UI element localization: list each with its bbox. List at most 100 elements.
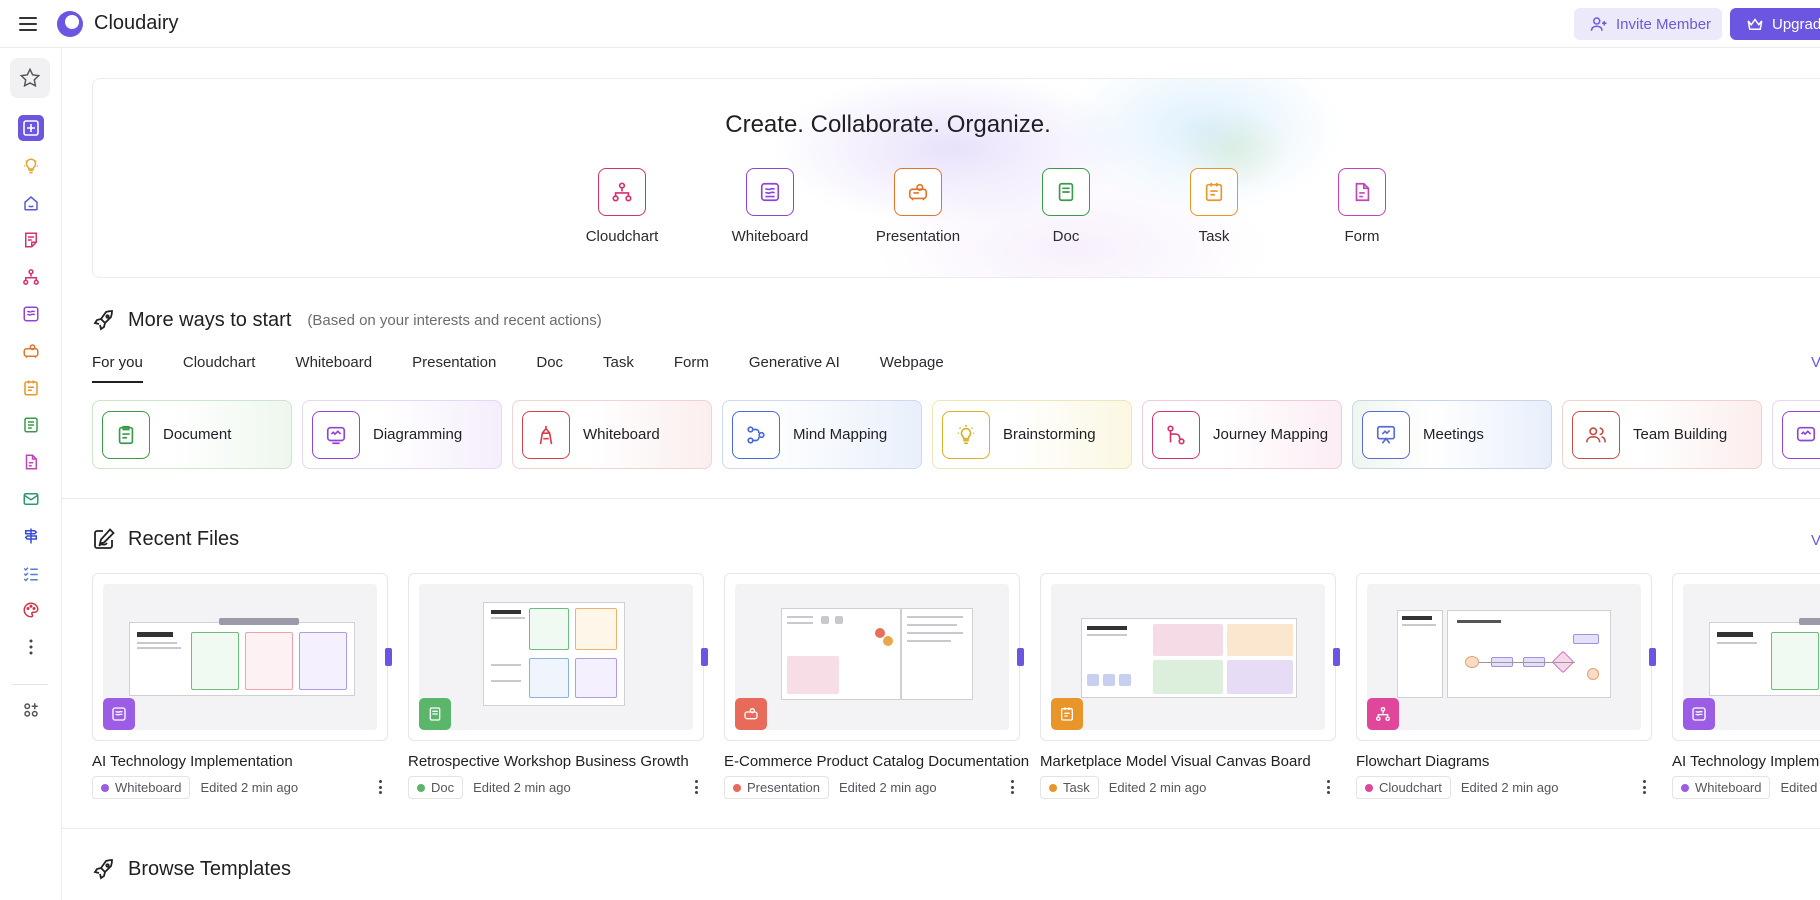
category-partial[interactable]: [1772, 400, 1820, 469]
more-options-icon[interactable]: [1004, 778, 1020, 796]
sidebar-item-notes[interactable]: [17, 226, 45, 254]
file-thumbnail[interactable]: [1356, 573, 1656, 741]
side-handle: [1017, 648, 1024, 666]
file-title[interactable]: Marketplace Model Visual Canvas Board: [1040, 753, 1336, 770]
file-type-tag: Task: [1040, 776, 1099, 799]
sidebar-item-whiteboard[interactable]: [17, 300, 45, 328]
file-thumbnail[interactable]: [1040, 573, 1340, 741]
recent-file-card[interactable]: AI Technology Implementation Whiteboard …: [1672, 573, 1820, 799]
sidebar-item-home[interactable]: [17, 189, 45, 217]
file-thumbnail[interactable]: [92, 573, 392, 741]
section-divider: [62, 828, 1820, 829]
sidebar-item-checklist[interactable]: [17, 559, 45, 587]
more-options-icon[interactable]: [1636, 778, 1652, 796]
sidebar-item-ideas[interactable]: [17, 152, 45, 180]
whiteboard-badge-icon: [103, 698, 135, 730]
tab-presentation[interactable]: Presentation: [412, 354, 496, 383]
form-icon: [1355, 182, 1370, 202]
more-options-icon[interactable]: [688, 778, 704, 796]
file-type-tag: Presentation: [724, 776, 829, 799]
more-options-icon[interactable]: [372, 778, 388, 796]
sidebar-item-doc[interactable]: [17, 411, 45, 439]
tab-form[interactable]: Form: [674, 354, 709, 383]
tab-task[interactable]: Task: [603, 354, 634, 383]
note-icon: [25, 232, 37, 248]
category-whiteboard[interactable]: Whiteboard: [512, 400, 712, 469]
file-title[interactable]: Retrospective Workshop Business Growth: [408, 753, 704, 770]
cloudchart-badge-icon: [1367, 698, 1399, 730]
file-thumbnail[interactable]: [408, 573, 708, 741]
whiteboard-box: [746, 168, 794, 216]
sidebar-item-cloudchart[interactable]: [17, 263, 45, 291]
file-meta: Whiteboard Edited 2: [1672, 776, 1820, 799]
sidebar-item-presentation[interactable]: [17, 337, 45, 365]
invite-member-button[interactable]: Invite Member: [1574, 8, 1722, 40]
sidebar-more[interactable]: [17, 633, 45, 661]
sidebar-item-apps[interactable]: [17, 696, 45, 724]
tab-for-you[interactable]: For you: [92, 354, 143, 383]
upgrade-button[interactable]: Upgrade: [1730, 8, 1820, 40]
journey-icon: [1152, 410, 1200, 459]
file-title[interactable]: AI Technology Implementation: [1672, 753, 1820, 770]
sidebar-item-design[interactable]: [17, 596, 45, 624]
file-type-tag: Cloudchart: [1356, 776, 1451, 799]
recent-view-all[interactable]: V: [1811, 532, 1820, 549]
category-label: Document: [163, 426, 232, 443]
tab-generative-ai[interactable]: Generative AI: [749, 354, 840, 383]
file-thumbnail[interactable]: [724, 573, 1024, 741]
file-edited: Edited 2 min ago: [1108, 780, 1207, 795]
category-journey-mapping[interactable]: Journey Mapping: [1142, 400, 1342, 469]
create-new-button[interactable]: [17, 114, 45, 142]
create-cloudchart[interactable]: Cloudchart: [562, 168, 682, 245]
file-title[interactable]: Flowchart Diagrams: [1356, 753, 1652, 770]
tab-cloudchart[interactable]: Cloudchart: [183, 354, 256, 383]
category-diagramming[interactable]: Diagramming: [302, 400, 502, 469]
sidebar-item-task[interactable]: [17, 374, 45, 402]
more-ways-view-all[interactable]: V: [1811, 354, 1820, 371]
star-icon: [19, 67, 41, 88]
category-meetings[interactable]: Meetings: [1352, 400, 1552, 469]
favorites-button[interactable]: [10, 58, 50, 98]
recent-file-card[interactable]: E-Commerce Product Catalog Documentation…: [724, 573, 1029, 799]
mail-icon: [23, 493, 39, 505]
file-edited: Edited 2: [1780, 780, 1820, 795]
category-brainstorming[interactable]: Brainstorming: [932, 400, 1132, 469]
tab-whiteboard[interactable]: Whiteboard: [295, 354, 372, 383]
file-type: Whiteboard: [1695, 780, 1762, 795]
diagram-icon: [1782, 410, 1820, 459]
whiteboard-icon: [23, 306, 39, 322]
create-whiteboard[interactable]: Whiteboard: [710, 168, 830, 245]
recent-file-card[interactable]: AI Technology Implementation Whiteboard …: [92, 573, 392, 799]
crown-icon: [1747, 18, 1763, 30]
more-options-icon[interactable]: [1320, 778, 1336, 796]
file-type: Task: [1063, 780, 1090, 795]
hero-label: Form: [1344, 228, 1380, 245]
category-label: Whiteboard: [583, 426, 660, 443]
category-team-building[interactable]: Team Building: [1562, 400, 1762, 469]
tab-doc[interactable]: Doc: [536, 354, 563, 383]
file-thumbnail[interactable]: [1672, 573, 1820, 741]
doc-badge-icon: [419, 698, 451, 730]
category-document[interactable]: Document: [92, 400, 292, 469]
menu-icon[interactable]: [18, 14, 38, 34]
category-mind-mapping[interactable]: Mind Mapping: [722, 400, 922, 469]
recent-file-card[interactable]: Flowchart Diagrams Cloudchart Edited 2 m…: [1356, 573, 1656, 799]
sidebar-item-roadmap[interactable]: [17, 522, 45, 550]
recent-file-card[interactable]: Retrospective Workshop Business Growth D…: [408, 573, 708, 799]
tab-webpage[interactable]: Webpage: [880, 354, 944, 383]
side-handle: [1333, 648, 1340, 666]
sidebar-item-mail[interactable]: [17, 485, 45, 513]
recent-file-card[interactable]: Marketplace Model Visual Canvas Board Ta…: [1040, 573, 1340, 799]
create-task[interactable]: Task: [1154, 168, 1274, 245]
file-title[interactable]: AI Technology Implementation: [92, 753, 388, 770]
sidebar-item-form[interactable]: [17, 448, 45, 476]
create-doc[interactable]: Doc: [1006, 168, 1126, 245]
brand-name[interactable]: Cloudairy: [94, 12, 178, 35]
cloudchart-icon: [23, 269, 39, 285]
rocket-icon: [93, 310, 113, 331]
create-presentation[interactable]: Presentation: [858, 168, 978, 245]
file-edited: Edited 2 min ago: [473, 780, 571, 795]
cloudairy-logo[interactable]: [55, 9, 85, 39]
create-form[interactable]: Form: [1302, 168, 1422, 245]
file-title[interactable]: E-Commerce Product Catalog Documentation: [724, 753, 1029, 770]
